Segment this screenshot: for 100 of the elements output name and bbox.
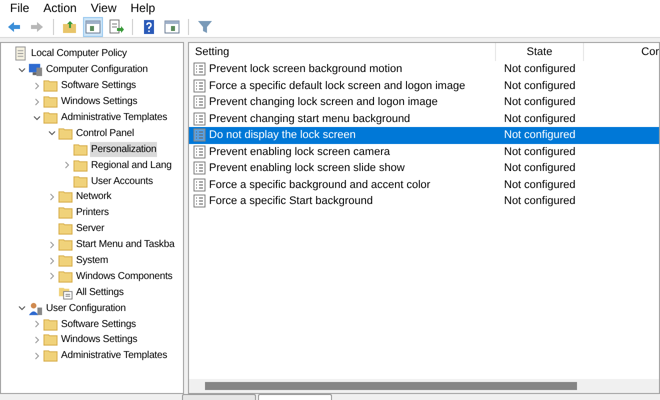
folder-icon: [73, 142, 88, 157]
tree-item[interactable]: Start Menu and Taskba: [75, 237, 176, 252]
tree-item[interactable]: System: [75, 253, 110, 268]
setting-name: Force a specific background and accent color: [209, 178, 432, 192]
horizontal-scrollbar[interactable]: [189, 379, 659, 393]
folder-icon: [43, 348, 58, 364]
setting-icon: [193, 62, 206, 76]
expand-chevron-icon[interactable]: [48, 256, 56, 265]
setting-state: Not configured: [504, 161, 576, 176]
folder-icon: [58, 189, 73, 204]
setting-state: Not configured: [504, 144, 576, 160]
folder-icon: [43, 316, 58, 332]
tree-item[interactable]: Windows Components: [75, 268, 174, 284]
setting-icon: [193, 178, 206, 192]
column-header[interactable]: State: [495, 43, 583, 61]
expand-chevron-icon[interactable]: [48, 192, 56, 201]
expand-chevron-icon[interactable]: [48, 272, 56, 280]
setting-state: Not configured: [504, 78, 576, 94]
folder-icon: [43, 78, 58, 94]
tree-item[interactable]: Server: [75, 221, 106, 236]
expand-chevron-icon[interactable]: [48, 240, 56, 249]
console-tree-icon[interactable]: [83, 16, 103, 36]
setting-name: Prevent enabling lock screen slide show: [209, 161, 406, 176]
setting-icon: [193, 78, 206, 93]
expand-chevron-icon[interactable]: [33, 352, 41, 360]
tree-item[interactable]: Administrative Templates: [60, 348, 168, 364]
expand-chevron-icon[interactable]: [33, 98, 41, 106]
setting-name: Prevent changing lock screen and logon image: [209, 95, 439, 110]
folder-icon: [43, 94, 58, 110]
tree-item[interactable]: Local Computer Policy: [30, 46, 128, 62]
setting-row[interactable]: Prevent enabling lock screen slide show Not configured: [189, 160, 659, 176]
setting-name: Prevent enabling lock screen camera: [209, 144, 391, 160]
setting-name: Force a specific default lock screen and logon image: [209, 78, 466, 94]
setting-name: Force a specific Start background: [209, 194, 374, 209]
folder-icon: [58, 237, 73, 252]
setting-row[interactable]: Prevent changing start menu background Not configured: [189, 110, 659, 127]
menu-item[interactable]: View: [84, 0, 122, 17]
setting-name: Prevent changing start menu background: [209, 112, 412, 126]
expand-chevron-icon[interactable]: [33, 82, 41, 90]
setting-state: Not configured: [504, 128, 576, 143]
folder-icon: [58, 126, 73, 141]
collapse-chevron-icon[interactable]: [48, 129, 56, 138]
column-header[interactable]: Setting: [189, 43, 495, 61]
computer-icon: [28, 62, 43, 78]
tree-item[interactable]: Administrative Templates: [60, 110, 168, 125]
column-header[interactable]: Cor: [583, 43, 659, 61]
tab[interactable]: [182, 394, 256, 400]
tree-item[interactable]: Windows Settings: [60, 332, 138, 348]
tree-item[interactable]: Regional and Lang: [90, 158, 173, 173]
user-computer-icon: [28, 300, 43, 316]
tree-item[interactable]: Personalization: [90, 142, 158, 157]
setting-row[interactable]: Do not display the lock screen Not configured: [189, 127, 659, 144]
setting-state: Not configured: [504, 194, 576, 209]
folder-icon: [58, 205, 73, 220]
tree-item[interactable]: Windows Settings: [60, 94, 138, 110]
tree-item[interactable]: Control Panel: [75, 126, 135, 141]
setting-row[interactable]: Prevent lock screen background motion Not configured: [189, 61, 659, 78]
setting-icon: [193, 144, 206, 159]
setting-row[interactable]: Force a specific default lock screen and logon image Not configured: [189, 78, 659, 94]
folder-icon: [73, 158, 88, 173]
menu-item[interactable]: Help: [124, 0, 162, 17]
setting-state: Not configured: [504, 112, 576, 126]
folder-icon: [43, 110, 58, 125]
setting-icon: [193, 128, 206, 142]
setting-row[interactable]: Force a specific Start background Not configured: [189, 193, 659, 210]
folder-icon: [58, 268, 73, 284]
collapse-chevron-icon[interactable]: [33, 114, 41, 122]
setting-icon: [193, 95, 206, 110]
expand-chevron-icon[interactable]: [33, 320, 41, 328]
tree-item[interactable]: User Accounts: [90, 174, 154, 189]
setting-state: Not configured: [504, 95, 576, 110]
tree-item[interactable]: User Configuration: [45, 300, 127, 316]
setting-row[interactable]: Force a specific background and accent color Not configured: [189, 176, 659, 193]
folder-icon: [73, 174, 88, 189]
tree-item[interactable]: Printers: [75, 205, 110, 220]
expand-chevron-icon[interactable]: [63, 161, 71, 170]
setting-icon: [193, 194, 206, 208]
folder-icon: [58, 253, 73, 268]
expand-chevron-icon[interactable]: [33, 336, 41, 344]
tree-item[interactable]: Network: [75, 189, 112, 204]
setting-icon: [193, 161, 206, 176]
menu-item[interactable]: Action: [37, 0, 83, 17]
tree-item[interactable]: Computer Configuration: [45, 62, 149, 78]
setting-row[interactable]: Prevent enabling lock screen camera Not configured: [189, 144, 659, 160]
setting-name: Prevent lock screen background motion: [209, 62, 404, 77]
setting-name: Do not display the lock screen: [209, 128, 357, 143]
folder-icon: [58, 221, 73, 236]
scroll-icon: [13, 46, 28, 62]
collapse-chevron-icon[interactable]: [18, 304, 26, 312]
setting-state: Not configured: [504, 62, 576, 77]
setting-row[interactable]: Prevent changing lock screen and logon image Not configured: [189, 94, 659, 110]
folder-icon: [43, 332, 58, 348]
tree-item[interactable]: All Settings: [75, 284, 125, 300]
setting-state: Not configured: [504, 178, 576, 192]
setting-icon: [193, 112, 206, 126]
tree-item[interactable]: Software Settings: [60, 78, 137, 94]
tab[interactable]: [258, 394, 332, 400]
tree-item[interactable]: Software Settings: [60, 316, 137, 332]
collapse-chevron-icon[interactable]: [18, 66, 26, 74]
menu-item[interactable]: File: [4, 0, 36, 17]
